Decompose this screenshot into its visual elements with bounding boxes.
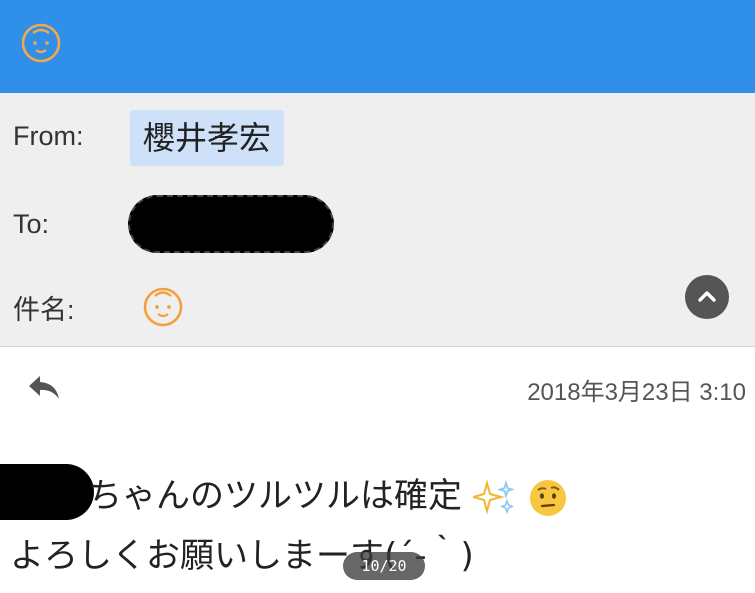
message-line-1: ちゃんのツルツルは確定 bbox=[88, 468, 568, 518]
page-indicator: 10/20 bbox=[343, 552, 425, 580]
from-sender-chip[interactable]: 櫻井孝宏 bbox=[130, 110, 285, 166]
recipient-redaction bbox=[128, 195, 334, 253]
sparkles-icon bbox=[472, 478, 515, 515]
face-emoji-icon bbox=[529, 479, 566, 516]
subject-label: 件名: bbox=[13, 295, 75, 325]
app-bar bbox=[0, 0, 755, 93]
reply-icon[interactable] bbox=[26, 372, 62, 402]
to-label: To: bbox=[13, 209, 50, 239]
message-line-1-text: ちゃんのツルツルは確定 bbox=[88, 476, 462, 516]
baby-face-icon bbox=[143, 287, 183, 327]
baby-face-icon[interactable] bbox=[20, 22, 62, 64]
from-label: From: bbox=[13, 121, 84, 151]
mail-header: From: 櫻井孝宏 To: 件名: bbox=[0, 93, 755, 347]
chevron-up-icon bbox=[698, 291, 716, 302]
collapse-header-button[interactable] bbox=[685, 275, 729, 319]
name-redaction bbox=[0, 464, 94, 520]
message-timestamp: 2018年3月23日 3:10 bbox=[527, 379, 746, 406]
message-meta-row: 2018年3月23日 3:10 bbox=[0, 348, 755, 428]
